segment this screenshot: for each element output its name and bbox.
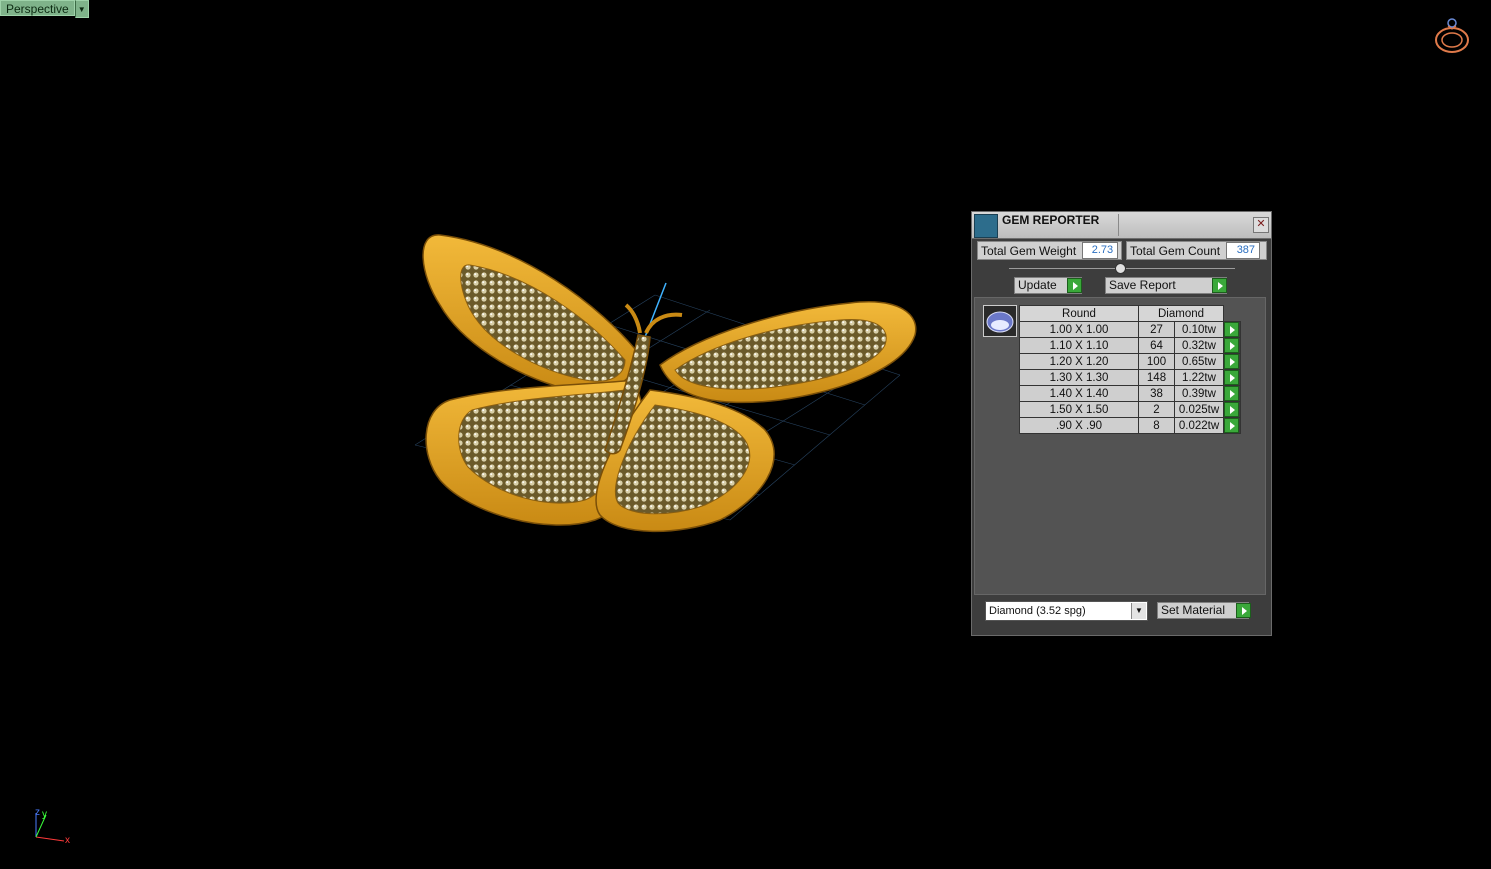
- table-row: 1.20 X 1.20 100 0.65tw: [1019, 353, 1241, 370]
- gem-weight: 0.65tw: [1174, 353, 1224, 370]
- gem-size: 1.40 X 1.40: [1019, 385, 1139, 402]
- gem-count: 64: [1138, 337, 1175, 354]
- set-material-play-icon[interactable]: [1236, 603, 1251, 618]
- triangle-down-icon[interactable]: ▼: [74, 0, 89, 18]
- row-play-icon[interactable]: [1224, 322, 1239, 337]
- gem-count: 148: [1138, 369, 1175, 386]
- row-select-cell[interactable]: [1223, 385, 1241, 402]
- row-play-icon[interactable]: [1224, 338, 1239, 353]
- total-gem-weight: Total Gem Weight 2.73: [977, 241, 1122, 260]
- gem-size: 1.50 X 1.50: [1019, 401, 1139, 418]
- save-report-play-icon[interactable]: [1212, 278, 1227, 293]
- gem-weight: 0.025tw: [1174, 401, 1224, 418]
- update-play-icon[interactable]: [1067, 278, 1082, 293]
- header-cut: Round: [1019, 305, 1139, 322]
- gem-count: 2: [1138, 401, 1175, 418]
- viewport-name[interactable]: Perspective: [0, 0, 75, 16]
- gem-thumbnail[interactable]: [983, 305, 1017, 337]
- row-select-cell[interactable]: [1223, 369, 1241, 386]
- gem-reporter-panel: GEM REPORTER ✕ Total Gem Weight 2.73 Tot…: [971, 211, 1272, 636]
- total-gem-count-value: 387: [1226, 242, 1261, 259]
- gem-table: Round Diamond 1.00 X 1.00 27 0.10tw 1.10 X …: [1019, 305, 1241, 434]
- panel-titlebar[interactable]: GEM REPORTER ✕: [972, 212, 1271, 239]
- axis-gizmo: z y x: [35, 807, 70, 846]
- save-report-label: Save Report: [1109, 278, 1176, 292]
- material-select[interactable]: Diamond (3.52 spg) ▼: [985, 601, 1148, 621]
- header-material: Diamond: [1138, 305, 1224, 322]
- row-select-cell[interactable]: [1223, 417, 1241, 434]
- total-gem-count: Total Gem Count 387: [1126, 241, 1267, 260]
- save-report-button[interactable]: Save Report: [1105, 277, 1227, 294]
- row-play-icon[interactable]: [1224, 418, 1239, 433]
- row-select-cell[interactable]: [1223, 401, 1241, 418]
- panel-title: GEM REPORTER: [1002, 213, 1100, 227]
- axis-z-label: z: [35, 807, 40, 818]
- row-select-cell[interactable]: [1223, 337, 1241, 354]
- viewport-selector[interactable]: Perspective ▼: [0, 0, 89, 18]
- ring-icon[interactable]: [1430, 14, 1474, 58]
- gem-weight: 0.022tw: [1174, 417, 1224, 434]
- update-label: Update: [1018, 278, 1057, 292]
- gem-weight: 0.39tw: [1174, 385, 1224, 402]
- gem-size: 1.10 X 1.10: [1019, 337, 1139, 354]
- table-row: 1.30 X 1.30 148 1.22tw: [1019, 369, 1241, 386]
- gem-reporter-icon: [974, 214, 998, 238]
- chevron-down-icon[interactable]: ▼: [1131, 603, 1146, 619]
- gem-count: 8: [1138, 417, 1175, 434]
- total-gem-weight-value: 2.73: [1082, 242, 1119, 259]
- gem-size: .90 X .90: [1019, 417, 1139, 434]
- row-play-icon[interactable]: [1224, 354, 1239, 369]
- axis-x-label: x: [65, 835, 70, 846]
- table-row: 1.50 X 1.50 2 0.025tw: [1019, 401, 1241, 418]
- row-play-icon[interactable]: [1224, 402, 1239, 417]
- butterfly-model: [414, 234, 917, 533]
- row-select-cell[interactable]: [1223, 321, 1241, 338]
- gem-weight: 0.10tw: [1174, 321, 1224, 338]
- gem-size: 1.00 X 1.00: [1019, 321, 1139, 338]
- gem-size: 1.30 X 1.30: [1019, 369, 1139, 386]
- set-material-label: Set Material: [1161, 603, 1226, 617]
- material-select-value: Diamond (3.52 spg): [989, 605, 1086, 617]
- gem-count: 38: [1138, 385, 1175, 402]
- report-area: Round Diamond 1.00 X 1.00 27 0.10tw 1.10 X …: [974, 297, 1266, 595]
- gem-weight: 0.32tw: [1174, 337, 1224, 354]
- close-icon[interactable]: ✕: [1253, 217, 1269, 233]
- gem-count: 100: [1138, 353, 1175, 370]
- round-gem-icon: [986, 311, 1014, 333]
- total-gem-weight-label: Total Gem Weight: [981, 243, 1077, 258]
- total-gem-count-label: Total Gem Count: [1130, 243, 1221, 258]
- row-play-icon[interactable]: [1224, 386, 1239, 401]
- table-row: 1.00 X 1.00 27 0.10tw: [1019, 321, 1241, 338]
- gem-count: 27: [1138, 321, 1175, 338]
- panel-slider-knob[interactable]: [1115, 263, 1126, 274]
- gem-size: 1.20 X 1.20: [1019, 353, 1139, 370]
- gem-weight: 1.22tw: [1174, 369, 1224, 386]
- row-play-icon[interactable]: [1224, 370, 1239, 385]
- table-row: 1.40 X 1.40 38 0.39tw: [1019, 385, 1241, 402]
- table-row: .90 X .90 8 0.022tw: [1019, 417, 1241, 434]
- axis-y-label: y: [42, 809, 47, 820]
- row-select-cell[interactable]: [1223, 353, 1241, 370]
- table-row: 1.10 X 1.10 64 0.32tw: [1019, 337, 1241, 354]
- titlebar-divider: [1118, 214, 1119, 236]
